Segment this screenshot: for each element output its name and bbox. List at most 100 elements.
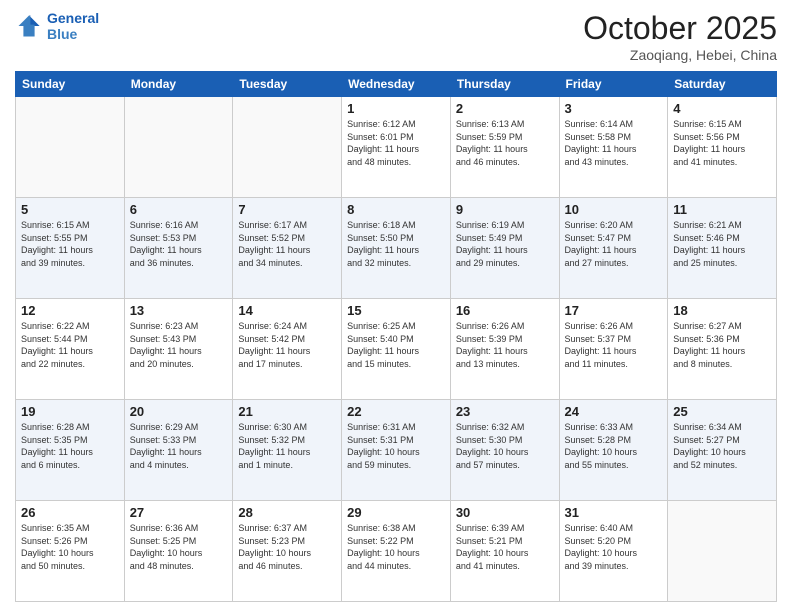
day-info: Sunrise: 6:18 AM Sunset: 5:50 PM Dayligh…	[347, 219, 445, 269]
day-number: 9	[456, 202, 554, 217]
day-info: Sunrise: 6:15 AM Sunset: 5:55 PM Dayligh…	[21, 219, 119, 269]
weekday-header-thursday: Thursday	[450, 72, 559, 97]
calendar-week-row: 12 Sunrise: 6:22 AM Sunset: 5:44 PM Dayli…	[16, 299, 777, 400]
day-info: Sunrise: 6:22 AM Sunset: 5:44 PM Dayligh…	[21, 320, 119, 370]
day-info: Sunrise: 6:39 AM Sunset: 5:21 PM Dayligh…	[456, 522, 554, 572]
day-info: Sunrise: 6:12 AM Sunset: 6:01 PM Dayligh…	[347, 118, 445, 168]
day-info: Sunrise: 6:40 AM Sunset: 5:20 PM Dayligh…	[565, 522, 663, 572]
calendar-cell: 21Sunrise: 6:30 AM Sunset: 5:32 PM Dayli…	[233, 400, 342, 501]
calendar-cell: 18 Sunrise: 6:27 AM Sunset: 5:36 PM Dayli…	[668, 299, 777, 400]
calendar-cell: 20 Sunrise: 6:29 AM Sunset: 5:33 PM Dayli…	[124, 400, 233, 501]
day-info: Sunrise: 6:35 AM Sunset: 5:26 PM Dayligh…	[21, 522, 119, 572]
calendar-cell: 31 Sunrise: 6:40 AM Sunset: 5:20 PM Dayli…	[559, 501, 668, 602]
day-info: Sunrise: 6:37 AM Sunset: 5:23 PM Dayligh…	[238, 522, 336, 572]
day-number: 17	[565, 303, 663, 318]
day-number: 30	[456, 505, 554, 520]
day-number: 26	[21, 505, 119, 520]
weekday-header-saturday: Saturday	[668, 72, 777, 97]
page: General Blue October 2025 Zaoqiang, Hebe…	[0, 0, 792, 612]
calendar-cell: 28Sunrise: 6:37 AM Sunset: 5:23 PM Dayli…	[233, 501, 342, 602]
day-info: Sunrise: 6:17 AM Sunset: 5:52 PM Dayligh…	[238, 219, 336, 269]
day-info: Sunrise: 6:38 AM Sunset: 5:22 PM Dayligh…	[347, 522, 445, 572]
calendar-cell	[668, 501, 777, 602]
day-number: 2	[456, 101, 554, 116]
calendar-cell: 23 Sunrise: 6:32 AM Sunset: 5:30 PM Dayli…	[450, 400, 559, 501]
day-info: Sunrise: 6:36 AM Sunset: 5:25 PM Dayligh…	[130, 522, 228, 572]
calendar-cell: 7 Sunrise: 6:17 AM Sunset: 5:52 PM Daylig…	[233, 198, 342, 299]
day-number: 23	[456, 404, 554, 419]
calendar-cell: 17 Sunrise: 6:26 AM Sunset: 5:37 PM Dayli…	[559, 299, 668, 400]
day-info: Sunrise: 6:32 AM Sunset: 5:30 PM Dayligh…	[456, 421, 554, 471]
header: General Blue October 2025 Zaoqiang, Hebe…	[15, 10, 777, 63]
day-number: 3	[565, 101, 663, 116]
weekday-header-friday: Friday	[559, 72, 668, 97]
calendar-cell: 16 Sunrise: 6:26 AM Sunset: 5:39 PM Dayli…	[450, 299, 559, 400]
calendar-cell	[233, 97, 342, 198]
day-info: Sunrise: 6:26 AM Sunset: 5:39 PM Dayligh…	[456, 320, 554, 370]
day-number: 24	[565, 404, 663, 419]
location: Zaoqiang, Hebei, China	[583, 47, 777, 63]
calendar-cell: 9 Sunrise: 6:19 AM Sunset: 5:49 PM Daylig…	[450, 198, 559, 299]
day-info: Sunrise: 6:15 AM Sunset: 5:56 PM Dayligh…	[673, 118, 771, 168]
calendar-cell: 8 Sunrise: 6:18 AM Sunset: 5:50 PM Daylig…	[342, 198, 451, 299]
calendar-cell: 29Sunrise: 6:38 AM Sunset: 5:22 PM Dayli…	[342, 501, 451, 602]
day-number: 19	[21, 404, 119, 419]
calendar-cell: 12 Sunrise: 6:22 AM Sunset: 5:44 PM Dayli…	[16, 299, 125, 400]
logo: General Blue	[15, 10, 99, 42]
day-number: 7	[238, 202, 336, 217]
calendar-cell: 3 Sunrise: 6:14 AM Sunset: 5:58 PM Daylig…	[559, 97, 668, 198]
calendar-cell: 4 Sunrise: 6:15 AM Sunset: 5:56 PM Daylig…	[668, 97, 777, 198]
weekday-header-sunday: Sunday	[16, 72, 125, 97]
day-number: 16	[456, 303, 554, 318]
day-number: 5	[21, 202, 119, 217]
weekday-header-wednesday: Wednesday	[342, 72, 451, 97]
day-number: 1	[347, 101, 445, 116]
calendar-week-row: 19 Sunrise: 6:28 AM Sunset: 5:35 PM Dayli…	[16, 400, 777, 501]
calendar-cell	[124, 97, 233, 198]
calendar-cell: 26 Sunrise: 6:35 AM Sunset: 5:26 PM Dayli…	[16, 501, 125, 602]
day-info: Sunrise: 6:30 AM Sunset: 5:32 PM Dayligh…	[238, 421, 336, 471]
calendar-cell: 24 Sunrise: 6:33 AM Sunset: 5:28 PM Dayli…	[559, 400, 668, 501]
day-number: 20	[130, 404, 228, 419]
day-number: 4	[673, 101, 771, 116]
calendar-cell: 10Sunrise: 6:20 AM Sunset: 5:47 PM Dayli…	[559, 198, 668, 299]
calendar-week-row: 1 Sunrise: 6:12 AM Sunset: 6:01 PM Daylig…	[16, 97, 777, 198]
day-number: 15	[347, 303, 445, 318]
weekday-header-monday: Monday	[124, 72, 233, 97]
day-number: 10	[565, 202, 663, 217]
day-number: 18	[673, 303, 771, 318]
day-info: Sunrise: 6:19 AM Sunset: 5:49 PM Dayligh…	[456, 219, 554, 269]
day-number: 25	[673, 404, 771, 419]
day-number: 31	[565, 505, 663, 520]
calendar-cell: 14Sunrise: 6:24 AM Sunset: 5:42 PM Dayli…	[233, 299, 342, 400]
day-info: Sunrise: 6:29 AM Sunset: 5:33 PM Dayligh…	[130, 421, 228, 471]
day-info: Sunrise: 6:14 AM Sunset: 5:58 PM Dayligh…	[565, 118, 663, 168]
title-section: October 2025 Zaoqiang, Hebei, China	[583, 10, 777, 63]
day-info: Sunrise: 6:25 AM Sunset: 5:40 PM Dayligh…	[347, 320, 445, 370]
calendar-cell: 15 Sunrise: 6:25 AM Sunset: 5:40 PM Dayli…	[342, 299, 451, 400]
day-info: Sunrise: 6:27 AM Sunset: 5:36 PM Dayligh…	[673, 320, 771, 370]
day-info: Sunrise: 6:13 AM Sunset: 5:59 PM Dayligh…	[456, 118, 554, 168]
day-number: 6	[130, 202, 228, 217]
calendar-cell: 19 Sunrise: 6:28 AM Sunset: 5:35 PM Dayli…	[16, 400, 125, 501]
day-info: Sunrise: 6:28 AM Sunset: 5:35 PM Dayligh…	[21, 421, 119, 471]
day-info: Sunrise: 6:26 AM Sunset: 5:37 PM Dayligh…	[565, 320, 663, 370]
logo-icon	[15, 12, 43, 40]
calendar-cell: 5 Sunrise: 6:15 AM Sunset: 5:55 PM Daylig…	[16, 198, 125, 299]
day-number: 12	[21, 303, 119, 318]
calendar-cell: 13Sunrise: 6:23 AM Sunset: 5:43 PM Dayli…	[124, 299, 233, 400]
calendar-cell: 2 Sunrise: 6:13 AM Sunset: 5:59 PM Daylig…	[450, 97, 559, 198]
calendar-cell: 25 Sunrise: 6:34 AM Sunset: 5:27 PM Dayli…	[668, 400, 777, 501]
day-number: 27	[130, 505, 228, 520]
day-info: Sunrise: 6:24 AM Sunset: 5:42 PM Dayligh…	[238, 320, 336, 370]
calendar-table: SundayMondayTuesdayWednesdayThursdayFrid…	[15, 71, 777, 602]
day-number: 8	[347, 202, 445, 217]
day-info: Sunrise: 6:34 AM Sunset: 5:27 PM Dayligh…	[673, 421, 771, 471]
day-info: Sunrise: 6:33 AM Sunset: 5:28 PM Dayligh…	[565, 421, 663, 471]
day-info: Sunrise: 6:23 AM Sunset: 5:43 PM Dayligh…	[130, 320, 228, 370]
day-number: 11	[673, 202, 771, 217]
day-info: Sunrise: 6:31 AM Sunset: 5:31 PM Dayligh…	[347, 421, 445, 471]
calendar-cell: 30 Sunrise: 6:39 AM Sunset: 5:21 PM Dayli…	[450, 501, 559, 602]
logo-text: General Blue	[47, 10, 99, 42]
calendar-week-row: 26 Sunrise: 6:35 AM Sunset: 5:26 PM Dayli…	[16, 501, 777, 602]
